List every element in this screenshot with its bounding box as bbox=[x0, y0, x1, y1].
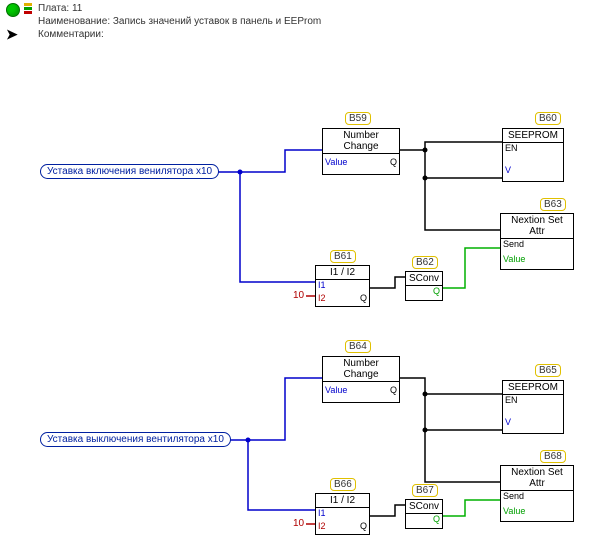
tag-b67: B67 bbox=[412, 484, 438, 497]
block-title: SEEPROM bbox=[503, 129, 563, 143]
port-q: Q bbox=[360, 521, 367, 531]
block-number-change-b59[interactable]: Number Change Value Q bbox=[322, 128, 400, 175]
block-title: Number Change bbox=[323, 129, 399, 154]
block-sconv-b67[interactable]: SСonv Q bbox=[405, 499, 443, 529]
input-fan-off[interactable]: Уставка выключения вентилятора x10 bbox=[40, 432, 231, 447]
port-send: Send bbox=[503, 491, 524, 501]
block-nextion-b63[interactable]: Nextion Set Attr Send Value bbox=[500, 213, 574, 270]
tag-b65: B65 bbox=[535, 364, 561, 377]
tag-b68: B68 bbox=[540, 450, 566, 463]
block-title: SСonv bbox=[406, 272, 442, 286]
tag-b66: B66 bbox=[330, 478, 356, 491]
port-v: V bbox=[505, 165, 511, 175]
port-en: EN bbox=[505, 143, 518, 153]
block-title: I1 / I2 bbox=[316, 494, 369, 508]
port-i2: I2 bbox=[318, 521, 326, 531]
port-i1: I1 bbox=[318, 280, 326, 290]
tag-b64: B64 bbox=[345, 340, 371, 353]
const-10-b: 10 bbox=[293, 518, 304, 529]
tag-b60: B60 bbox=[535, 112, 561, 125]
block-div-b66[interactable]: I1 / I2 I1 I2 Q bbox=[315, 493, 370, 535]
port-value: Value bbox=[503, 506, 525, 516]
block-title: SСonv bbox=[406, 500, 442, 514]
tag-b61: B61 bbox=[330, 250, 356, 263]
block-sconv-b62[interactable]: SСonv Q bbox=[405, 271, 443, 301]
const-10-a: 10 bbox=[293, 290, 304, 301]
tag-b63: B63 bbox=[540, 198, 566, 211]
port-en: EN bbox=[505, 395, 518, 405]
port-value: Value bbox=[325, 385, 347, 395]
block-title: Number Change bbox=[323, 357, 399, 382]
block-nextion-b68[interactable]: Nextion Set Attr Send Value bbox=[500, 465, 574, 522]
port-q: Q bbox=[390, 157, 397, 167]
block-number-change-b64[interactable]: Number Change Value Q bbox=[322, 356, 400, 403]
block-title: Nextion Set Attr bbox=[501, 466, 573, 491]
port-v: V bbox=[505, 417, 511, 427]
tag-b59: B59 bbox=[345, 112, 371, 125]
block-title: I1 / I2 bbox=[316, 266, 369, 280]
port-i1: I1 bbox=[318, 508, 326, 518]
port-value: Value bbox=[503, 254, 525, 264]
block-seeprom-b60[interactable]: SEEPROM EN V bbox=[502, 128, 564, 182]
port-q: Q bbox=[360, 293, 367, 303]
port-send: Send bbox=[503, 239, 524, 249]
tag-b62: B62 bbox=[412, 256, 438, 269]
wiring-layer bbox=[0, 0, 600, 542]
block-seeprom-b65[interactable]: SEEPROM EN V bbox=[502, 380, 564, 434]
block-div-b61[interactable]: I1 / I2 I1 I2 Q bbox=[315, 265, 370, 307]
port-q: Q bbox=[433, 514, 440, 524]
port-q: Q bbox=[390, 385, 397, 395]
block-title: SEEPROM bbox=[503, 381, 563, 395]
block-title: Nextion Set Attr bbox=[501, 214, 573, 239]
port-value: Value bbox=[325, 157, 347, 167]
port-q: Q bbox=[433, 286, 440, 296]
port-i2: I2 bbox=[318, 293, 326, 303]
input-fan-on[interactable]: Уставка включения венилятора x10 bbox=[40, 164, 219, 179]
